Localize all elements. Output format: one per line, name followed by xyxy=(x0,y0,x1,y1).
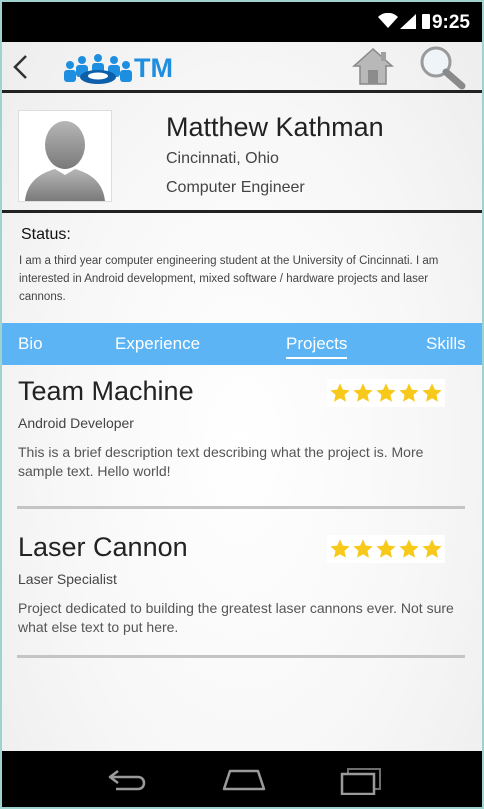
star-icon xyxy=(399,539,419,558)
star-icon xyxy=(422,539,442,558)
app-logo-text: TM xyxy=(134,53,173,83)
project-role: Laser Specialist xyxy=(18,571,117,587)
phone-screen: 9:25 TM Matthew Kathman Cincinnati, Ohio… xyxy=(0,0,484,809)
app-bar: TM xyxy=(2,42,482,92)
star-icon xyxy=(330,539,350,558)
profile-name: Matthew Kathman xyxy=(166,112,384,142)
status-bar: 9:25 xyxy=(2,2,482,42)
project-title: Team Machine xyxy=(18,376,194,406)
star-icon xyxy=(422,383,442,402)
wifi-icon xyxy=(378,13,398,28)
tab-bio[interactable]: Bio xyxy=(18,334,43,354)
project-description: This is a brief description text describ… xyxy=(18,444,424,479)
star-rating xyxy=(327,379,445,407)
battery-icon xyxy=(422,14,430,29)
profile-location: Cincinnati, Ohio xyxy=(166,150,279,167)
star-icon xyxy=(376,383,396,402)
card-divider xyxy=(17,655,465,658)
project-description: Project dedicated to building the greate… xyxy=(18,600,454,635)
profile-header: Matthew Kathman Cincinnati, Ohio Compute… xyxy=(2,94,482,212)
back-arrow-icon[interactable] xyxy=(10,54,32,80)
status-text: I am a third year computer engineering s… xyxy=(19,255,439,303)
system-nav-bar xyxy=(2,751,482,807)
person-silhouette-icon xyxy=(25,121,105,201)
cell-signal-icon xyxy=(400,14,416,29)
nav-back-icon[interactable] xyxy=(106,765,150,793)
tab-projects[interactable]: Projects xyxy=(286,334,348,359)
nav-recents-icon[interactable] xyxy=(338,765,384,795)
tab-skills[interactable]: Skills xyxy=(426,334,466,354)
star-icon xyxy=(353,539,373,558)
tab-experience[interactable]: Experience xyxy=(115,334,200,354)
profile-divider xyxy=(2,210,482,213)
search-icon[interactable] xyxy=(418,44,466,90)
project-role: Android Developer xyxy=(18,415,134,431)
star-icon xyxy=(353,383,373,402)
star-icon xyxy=(376,539,396,558)
star-icon xyxy=(330,383,350,402)
tab-bar: Bio Experience Projects Skills xyxy=(2,323,482,365)
status-label: Status: xyxy=(21,226,71,243)
home-icon[interactable] xyxy=(352,46,394,88)
star-rating xyxy=(327,535,445,563)
avatar xyxy=(18,110,112,202)
project-title: Laser Cannon xyxy=(18,532,188,562)
appbar-divider xyxy=(2,90,482,93)
star-icon xyxy=(399,383,419,402)
nav-home-icon[interactable] xyxy=(220,765,268,793)
card-divider xyxy=(17,506,465,509)
profile-occupation: Computer Engineer xyxy=(166,179,305,196)
clock: 9:25 xyxy=(431,12,470,33)
